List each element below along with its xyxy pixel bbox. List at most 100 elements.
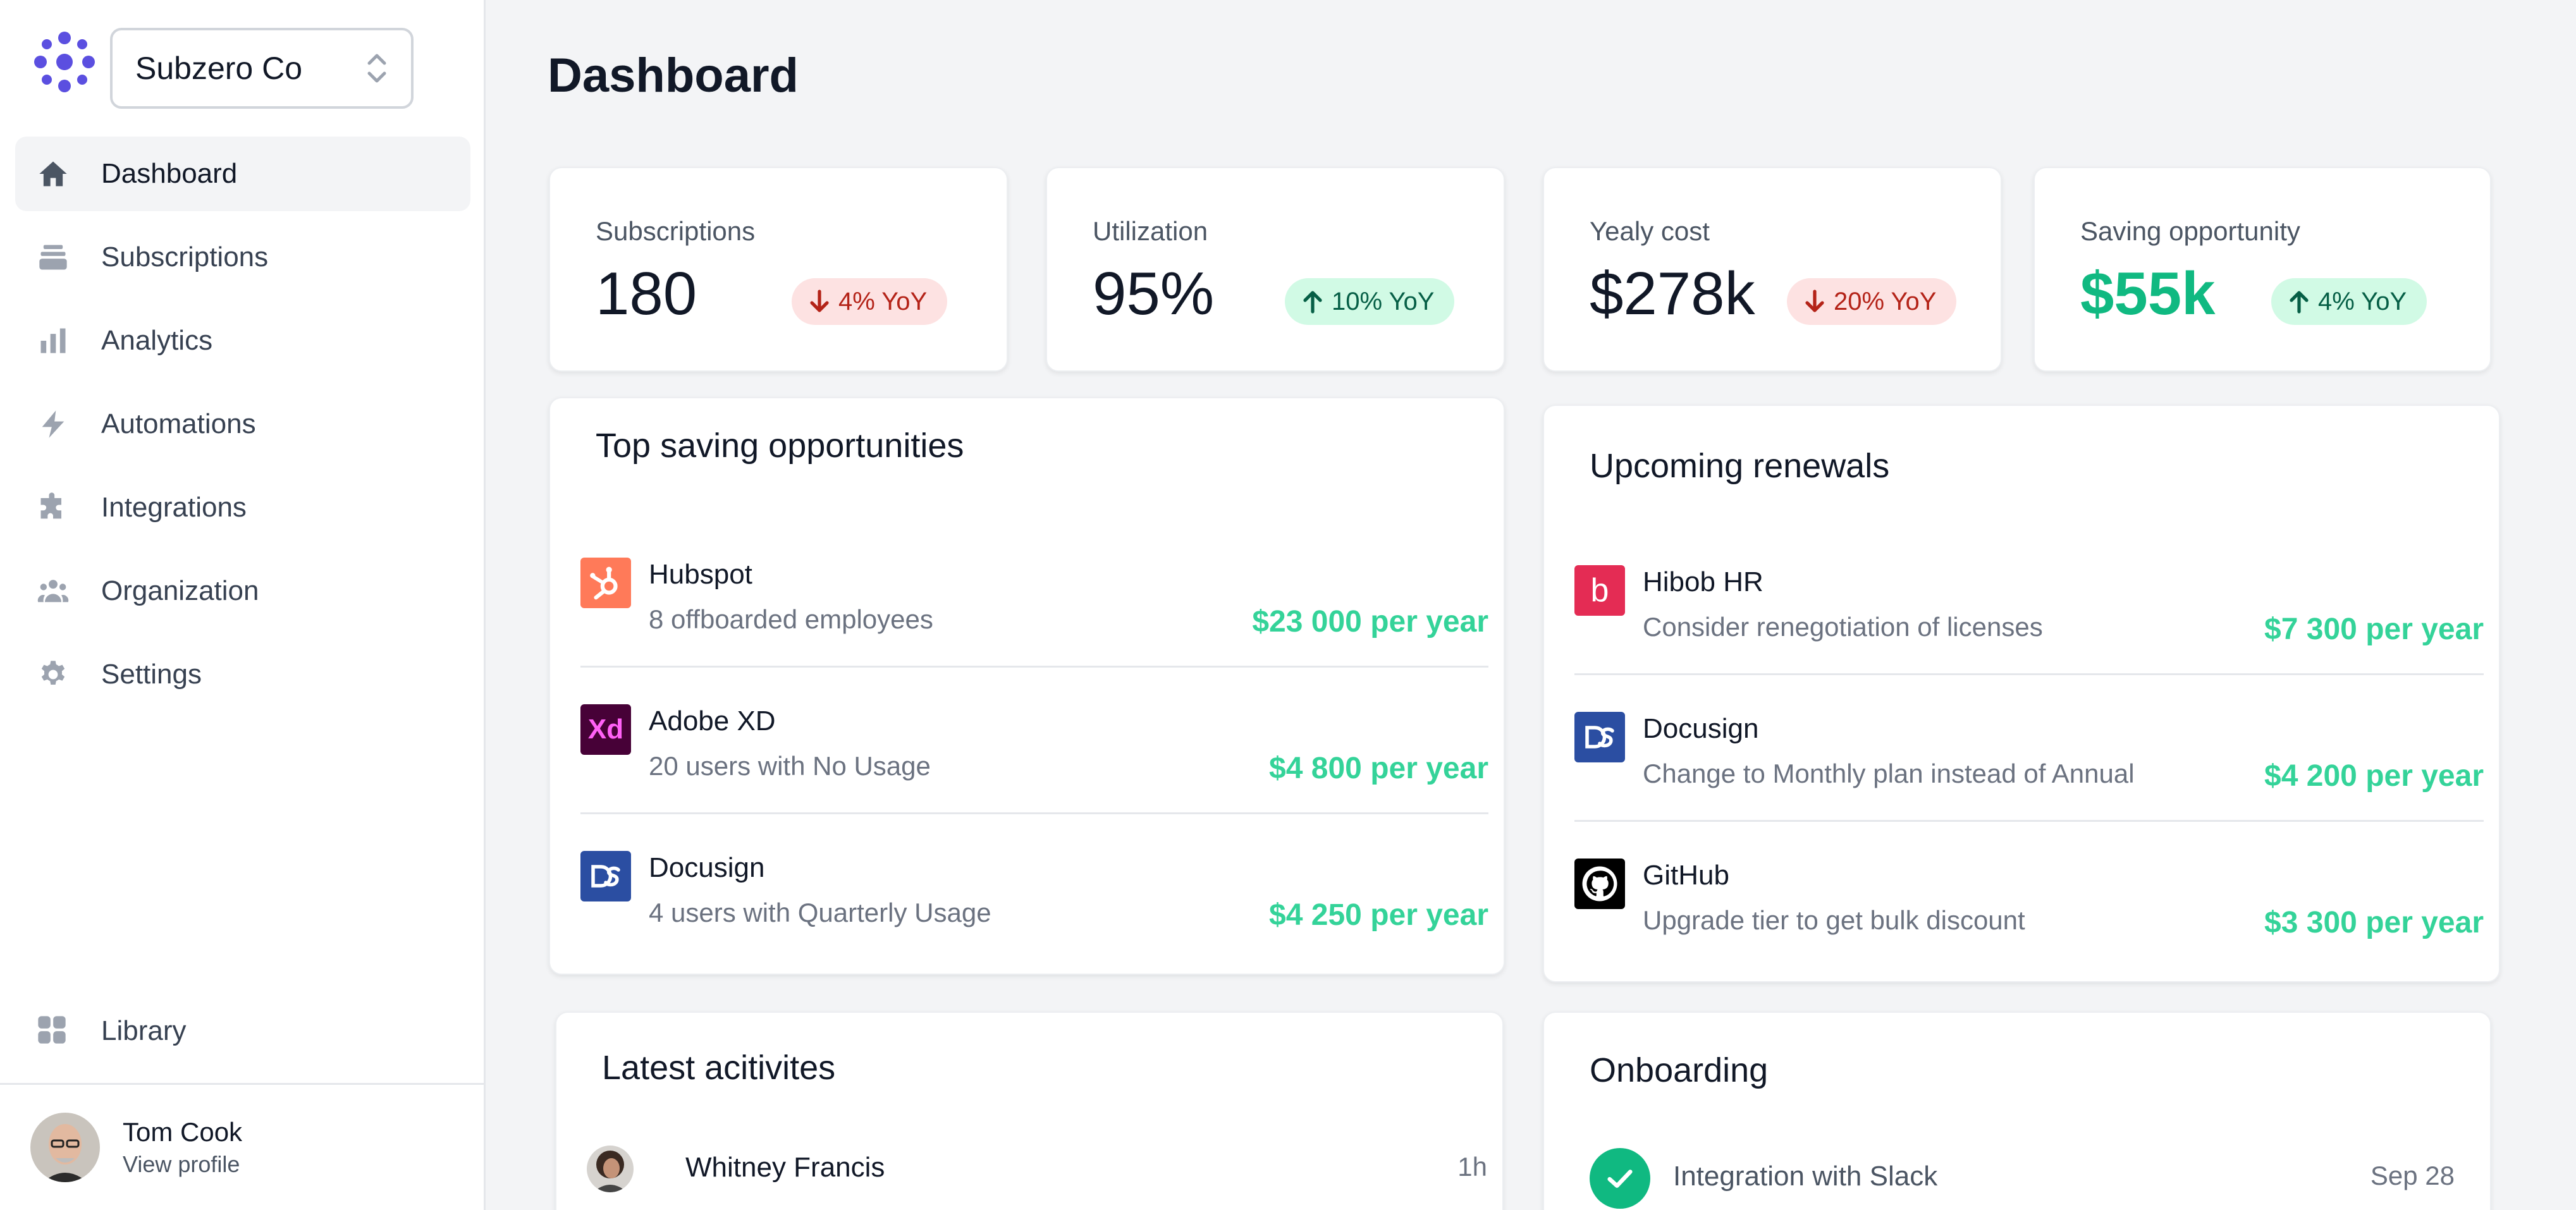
view-profile-link[interactable]: View profile xyxy=(123,1151,242,1178)
check-circle-icon xyxy=(1590,1148,1650,1209)
arrow-up-icon xyxy=(2290,291,2309,314)
app-name: Docusign xyxy=(649,852,765,883)
docusign-logo-icon xyxy=(1574,712,1625,762)
sidebar-item-dashboard[interactable]: Dashboard xyxy=(15,137,470,211)
app-description: Change to Monthly plan instead of Annual xyxy=(1643,759,2135,788)
saving-amount: $23 000 per year xyxy=(1252,605,1488,639)
trend-text: 4% YoY xyxy=(838,287,928,315)
hibob-logo-icon: b xyxy=(1574,565,1625,616)
onboarding-step-label: Integration with Slack xyxy=(1673,1161,1938,1192)
stat-value: 95% xyxy=(1093,260,1215,327)
docusign-logo-icon xyxy=(580,851,631,901)
activity-item[interactable]: Whitney Francis 1h xyxy=(587,1134,1487,1204)
trend-badge: 20% YoY xyxy=(1787,278,1957,325)
saving-amount: $4 250 per year xyxy=(1269,898,1488,932)
sidebar-item-library[interactable]: Library xyxy=(15,994,470,1068)
org-switcher[interactable]: Subzero Co xyxy=(110,28,414,109)
stat-label: Subscriptions xyxy=(596,216,756,246)
panel-title: Top saving opportunities xyxy=(596,427,964,465)
sidebar-item-automations[interactable]: Automations xyxy=(15,387,470,461)
app-name: Hubspot xyxy=(649,559,752,590)
stack-icon xyxy=(35,240,71,275)
list-item[interactable]: Xd Adobe XD 20 users with No Usage $4 80… xyxy=(580,688,1488,814)
avatar xyxy=(30,1113,100,1182)
app-name: Hibob HR xyxy=(1643,566,1763,597)
arrow-up-icon xyxy=(1303,291,1322,314)
sidebar-item-settings[interactable]: Settings xyxy=(15,637,470,712)
list-item[interactable]: Docusign 4 users with Quarterly Usage $4… xyxy=(580,834,1488,961)
sidebar-item-label: Settings xyxy=(101,659,202,690)
list-item[interactable]: Hubspot 8 offboarded employees $23 000 p… xyxy=(580,541,1488,668)
upcoming-renewals-panel: Upcoming renewals b Hibob HR Consider re… xyxy=(1543,405,2500,982)
app-name: Adobe XD xyxy=(649,706,776,736)
sidebar-item-organization[interactable]: Organization xyxy=(15,554,470,628)
activity-user-name: Whitney Francis xyxy=(685,1152,885,1183)
sidebar-item-integrations[interactable]: Integrations xyxy=(15,470,470,545)
sidebar-item-label: Analytics xyxy=(101,325,213,356)
panel-title: Onboarding xyxy=(1590,1051,1769,1089)
app-description: 20 users with No Usage xyxy=(649,751,931,781)
sidebar: Subzero Co Dashboard Subscriptions Analy… xyxy=(0,0,486,1210)
divider xyxy=(580,812,1488,814)
renewal-amount: $7 300 per year xyxy=(2264,613,2484,646)
bolt-icon xyxy=(35,406,71,442)
org-name: Subzero Co xyxy=(135,51,303,86)
stat-label: Utilization xyxy=(1093,216,1208,246)
grid-icon xyxy=(35,1013,71,1049)
avatar xyxy=(587,1146,634,1192)
sidebar-item-label: Dashboard xyxy=(101,158,238,189)
stat-label: Yealy cost xyxy=(1590,216,1710,246)
users-icon xyxy=(35,573,71,609)
trend-text: 20% YoY xyxy=(1834,287,1937,315)
trend-badge: 4% YoY xyxy=(792,278,948,325)
saving-opportunities-panel: Top saving opportunities Hubspot 8 offbo… xyxy=(549,397,1505,975)
app-description: 8 offboarded employees xyxy=(649,604,933,634)
adobe-xd-logo-icon: Xd xyxy=(580,704,631,755)
list-item[interactable]: GitHub Upgrade tier to get bulk discount… xyxy=(1574,842,2484,969)
arrow-down-icon xyxy=(810,290,829,312)
divider xyxy=(0,1083,486,1085)
sidebar-item-analytics[interactable]: Analytics xyxy=(15,303,470,378)
app-description: 4 users with Quarterly Usage xyxy=(649,898,991,927)
sidebar-item-label: Library xyxy=(101,1015,187,1046)
onboarding-step-date: Sep 28 xyxy=(2370,1161,2455,1190)
user-profile[interactable]: Tom Cook View profile xyxy=(30,1113,242,1182)
app-description: Consider renegotiation of licenses xyxy=(1643,612,2043,642)
home-icon xyxy=(35,156,71,192)
stat-card-subscriptions: Subscriptions 180 4% YoY xyxy=(549,167,1008,372)
onboarding-step[interactable]: Integration with Slack Sep 28 xyxy=(1590,1142,2455,1210)
renewal-amount: $4 200 per year xyxy=(2264,759,2484,793)
profile-name: Tom Cook xyxy=(123,1117,243,1147)
list-item[interactable]: Docusign Change to Monthly plan instead … xyxy=(1574,695,2484,822)
sidebar-item-label: Integrations xyxy=(101,492,247,523)
latest-activities-panel: Latest acitivites Whitney Francis 1h xyxy=(555,1011,1504,1210)
arrow-down-icon xyxy=(1805,290,1824,312)
sidebar-item-label: Subscriptions xyxy=(101,241,269,272)
stat-card-utilization: Utilization 95% 10% YoY xyxy=(1046,167,1505,372)
sidebar-item-subscriptions[interactable]: Subscriptions xyxy=(15,220,470,295)
trend-badge: 10% YoY xyxy=(1285,278,1455,325)
panel-title: Upcoming renewals xyxy=(1590,447,1890,485)
page-title: Dashboard xyxy=(548,49,799,102)
renewal-amount: $3 300 per year xyxy=(2264,906,2484,939)
app-name: Docusign xyxy=(1643,713,1759,744)
trend-badge: 4% YoY xyxy=(2271,278,2427,325)
trend-text: 10% YoY xyxy=(1332,287,1435,315)
hubspot-logo-icon xyxy=(580,558,631,608)
logo-text: Xd xyxy=(587,714,624,745)
brand-logo-icon[interactable] xyxy=(30,28,99,96)
sidebar-item-label: Automations xyxy=(101,408,256,439)
trend-text: 4% YoY xyxy=(2318,287,2407,315)
app-description: Upgrade tier to get bulk discount xyxy=(1643,905,2025,935)
stat-label: Saving opportunity xyxy=(2080,216,2300,246)
chevron-up-down-icon xyxy=(367,54,386,83)
app-name: GitHub xyxy=(1643,860,1729,891)
list-item[interactable]: b Hibob HR Consider renegotiation of lic… xyxy=(1574,549,2484,675)
sidebar-item-label: Organization xyxy=(101,575,259,606)
panel-title: Latest acitivites xyxy=(602,1049,836,1087)
stat-value: $55k xyxy=(2080,260,2216,327)
github-logo-icon xyxy=(1574,859,1625,909)
stat-value: 180 xyxy=(596,260,697,327)
divider xyxy=(1574,820,2484,822)
sidebar-nav: Dashboard Subscriptions Analytics Automa… xyxy=(15,137,470,721)
